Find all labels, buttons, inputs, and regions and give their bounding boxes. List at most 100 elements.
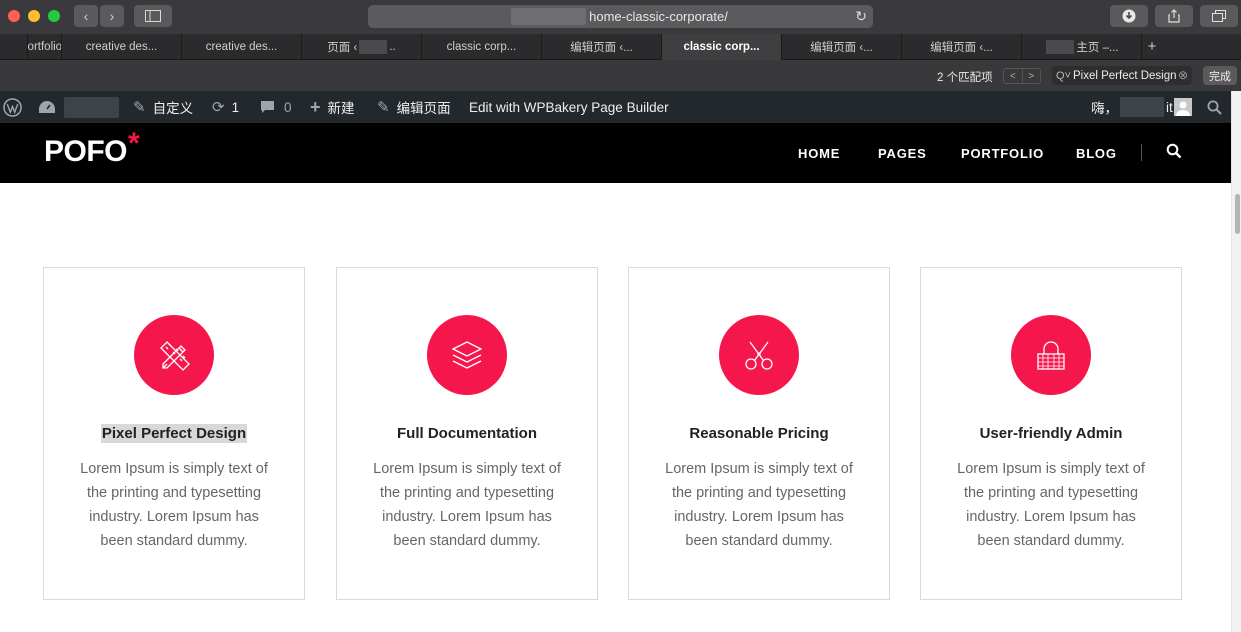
feature-icon-circle: [427, 315, 507, 395]
browser-tab-label: Portfolio ‹: [28, 41, 62, 53]
sidebar-toggle-button[interactable]: [134, 5, 172, 27]
find-done-button[interactable]: 完成: [1203, 66, 1237, 85]
back-button[interactable]: ‹: [74, 5, 98, 27]
feature-description: Lorem Ipsum is simply text of the printi…: [80, 461, 268, 549]
greeting-label: 嗨，: [1091, 101, 1118, 116]
user-avatar-icon: [1176, 101, 1190, 116]
zoom-window-button[interactable]: [48, 10, 60, 22]
feature-title-text: Reasonable Pricing: [689, 425, 829, 442]
pencil-ruler-icon: [160, 341, 190, 371]
pencil-icon: ✎: [377, 99, 390, 116]
nav-portfolio[interactable]: PORTFOLIO: [961, 123, 1044, 183]
browser-tab[interactable]: 编辑页面 ‹...: [902, 34, 1022, 60]
scissors-icon: [745, 341, 773, 370]
feature-description: Lorem Ipsum is simply text of the printi…: [665, 461, 853, 549]
site-search-button[interactable]: [1166, 143, 1184, 161]
feature-card-reasonable-pricing: Reasonable Pricing Lorem Ipsum is simply…: [628, 267, 890, 600]
new-content-button[interactable]: + 新建: [310, 91, 355, 123]
browser-tab[interactable]: creative des...: [62, 34, 182, 60]
find-previous-button[interactable]: <: [1004, 69, 1023, 83]
redacted-username: [1120, 97, 1164, 117]
dashboard-icon: [39, 101, 55, 113]
comments-button[interactable]: 0: [260, 91, 292, 123]
wordpress-logo-button[interactable]: [3, 91, 22, 123]
address-bar[interactable]: home-classic-corporate/ ↻: [368, 5, 873, 28]
browser-tab[interactable]: creative des...: [182, 34, 302, 60]
reload-icon[interactable]: ↻: [855, 8, 867, 25]
user-account-menu[interactable]: 嗨， it: [1091, 91, 1173, 123]
feature-description: Lorem Ipsum is simply text of the printi…: [957, 461, 1145, 549]
new-tab-button[interactable]: +: [1142, 34, 1162, 59]
find-match-count: 2 个匹配项: [937, 72, 993, 84]
find-navigation: < >: [1003, 68, 1041, 84]
search-icon: [1166, 143, 1182, 159]
admin-search-button[interactable]: [1207, 91, 1222, 123]
customize-label: 自定义: [152, 101, 194, 116]
close-window-button[interactable]: [8, 10, 20, 22]
scrollbar-thumb[interactable]: [1235, 194, 1240, 234]
comment-icon: [261, 101, 274, 113]
page-scrollbar[interactable]: [1231, 91, 1241, 632]
browser-tab-label: classic corp...: [683, 41, 760, 53]
browser-tab[interactable]: classic corp...: [662, 34, 782, 60]
edit-page-button[interactable]: ✎ 编辑页面: [377, 91, 451, 123]
browser-tab[interactable]: 编辑页面 ‹...: [782, 34, 902, 60]
logo-asterisk: *: [128, 127, 140, 160]
browser-tab-label: 页面 ‹: [327, 42, 358, 54]
layers-icon: [451, 341, 483, 369]
minimize-window-button[interactable]: [28, 10, 40, 22]
browser-tab[interactable]: Portfolio ‹: [28, 34, 62, 60]
feature-description: Lorem Ipsum is simply text of the printi…: [373, 461, 561, 549]
clear-search-icon[interactable]: ⊗: [1178, 68, 1188, 82]
feature-title-text: Full Documentation: [397, 425, 537, 442]
lock-icon: [1037, 341, 1065, 370]
nav-home[interactable]: HOME: [798, 123, 840, 183]
feature-icon-circle: [134, 315, 214, 395]
browser-tab-label-suffix: ..: [389, 41, 396, 53]
customize-button[interactable]: ✎ 自定义: [133, 91, 193, 123]
browser-tab[interactable]: 主页 –...: [1022, 34, 1142, 60]
nav-blog[interactable]: BLOG: [1076, 123, 1117, 183]
wpbakery-label: Edit with WPBakery Page Builder: [469, 99, 669, 115]
feature-title: Pixel Perfect Design: [44, 424, 304, 443]
redacted-region: [1046, 40, 1075, 54]
redacted-region: [511, 8, 586, 25]
tabs-overview-icon: [1212, 10, 1226, 22]
wpbakery-edit-link[interactable]: Edit with WPBakery Page Builder: [469, 91, 669, 123]
paintbrush-icon: ✎: [133, 99, 146, 116]
find-input[interactable]: Q˅ Pixel Perfect Design ⊗: [1052, 66, 1192, 85]
find-next-button[interactable]: >: [1023, 69, 1041, 83]
browser-tab[interactable]: 编辑页面 ‹...: [542, 34, 662, 60]
refresh-icon: ⟳: [212, 99, 225, 116]
feature-icon-circle: [1011, 315, 1091, 395]
feature-title: Reasonable Pricing: [629, 425, 889, 442]
browser-tab-label: classic corp...: [446, 41, 517, 53]
tab-overview-button[interactable]: [1200, 5, 1238, 27]
nav-divider: [1141, 144, 1142, 161]
browser-tab[interactable]: classic corp...: [422, 34, 542, 60]
url-text: home-classic-corporate/: [589, 9, 728, 24]
nav-pages[interactable]: PAGES: [878, 123, 927, 183]
site-header: POFO* HOME PAGES PORTFOLIO BLOG: [0, 123, 1231, 183]
search-icon: [1207, 100, 1222, 115]
browser-tab-label: 编辑页面 ‹...: [930, 42, 993, 54]
downloads-button[interactable]: [1110, 5, 1148, 27]
feature-card-full-documentation: Full Documentation Lorem Ipsum is simply…: [336, 267, 598, 600]
share-button[interactable]: [1155, 5, 1193, 27]
share-icon: [1168, 9, 1180, 23]
feature-card-user-friendly-admin: User-friendly Admin Lorem Ipsum is simpl…: [920, 267, 1182, 600]
comments-count: 0: [284, 99, 292, 115]
browser-tab-label: 编辑页面 ‹...: [810, 42, 873, 54]
avatar[interactable]: [1174, 98, 1192, 116]
feature-icon-circle: [719, 315, 799, 395]
updates-count: 1: [231, 99, 240, 115]
browser-tab[interactable]: [0, 34, 28, 60]
wordpress-icon: [3, 97, 22, 117]
browser-tab[interactable]: 页面 ‹..: [302, 34, 422, 60]
updates-button[interactable]: ⟳ 1: [212, 91, 239, 123]
site-logo[interactable]: POFO*: [44, 127, 140, 169]
dashboard-button[interactable]: [38, 91, 56, 123]
logo-text: POFO: [44, 135, 128, 168]
edit-page-label: 编辑页面: [396, 101, 451, 116]
forward-button[interactable]: ›: [100, 5, 124, 27]
